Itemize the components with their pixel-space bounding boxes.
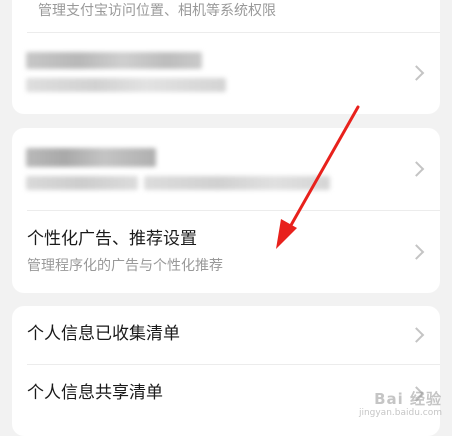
settings-item-system-permissions[interactable]: 管理支付宝访问位置、相机等系统权限	[12, 0, 440, 32]
blurred-subtitle	[26, 78, 226, 92]
system-permissions-subtitle: 管理支付宝访问位置、相机等系统权限	[38, 3, 276, 19]
settings-card-top: 管理支付宝访问位置、相机等系统权限	[12, 0, 440, 114]
blurred-title	[26, 52, 202, 69]
blurred-subtitle-right	[144, 176, 330, 190]
chevron-right-icon	[408, 65, 425, 81]
baidu-jingyan-watermark: Bai 经验 jingyan.baidu.com	[359, 388, 442, 418]
settings-item-blurred-1[interactable]	[12, 32, 440, 114]
chevron-right-icon	[408, 327, 425, 343]
shared-info-title: 个人信息共享清单	[27, 383, 163, 403]
chevron-right-icon	[408, 161, 425, 177]
blurred-subtitle-left	[26, 176, 138, 190]
settings-item-personalized-ads[interactable]: 个性化广告、推荐设置 管理程序化的广告与个性化推荐	[12, 210, 440, 293]
personalized-ads-title: 个性化广告、推荐设置	[27, 229, 197, 249]
personalized-ads-subtitle: 管理程序化的广告与个性化推荐	[27, 258, 223, 274]
chevron-right-icon	[408, 243, 425, 260]
settings-item-blurred-2[interactable]	[12, 128, 440, 210]
watermark-domain: jingyan.baidu.com	[358, 408, 442, 418]
settings-item-collected-info[interactable]: 个人信息已收集清单	[12, 306, 440, 364]
blurred-title	[26, 148, 156, 167]
collected-info-title: 个人信息已收集清单	[27, 324, 180, 344]
settings-card-middle: 个性化广告、推荐设置 管理程序化的广告与个性化推荐	[12, 128, 440, 293]
watermark-brand: Bai 经验	[374, 390, 442, 408]
